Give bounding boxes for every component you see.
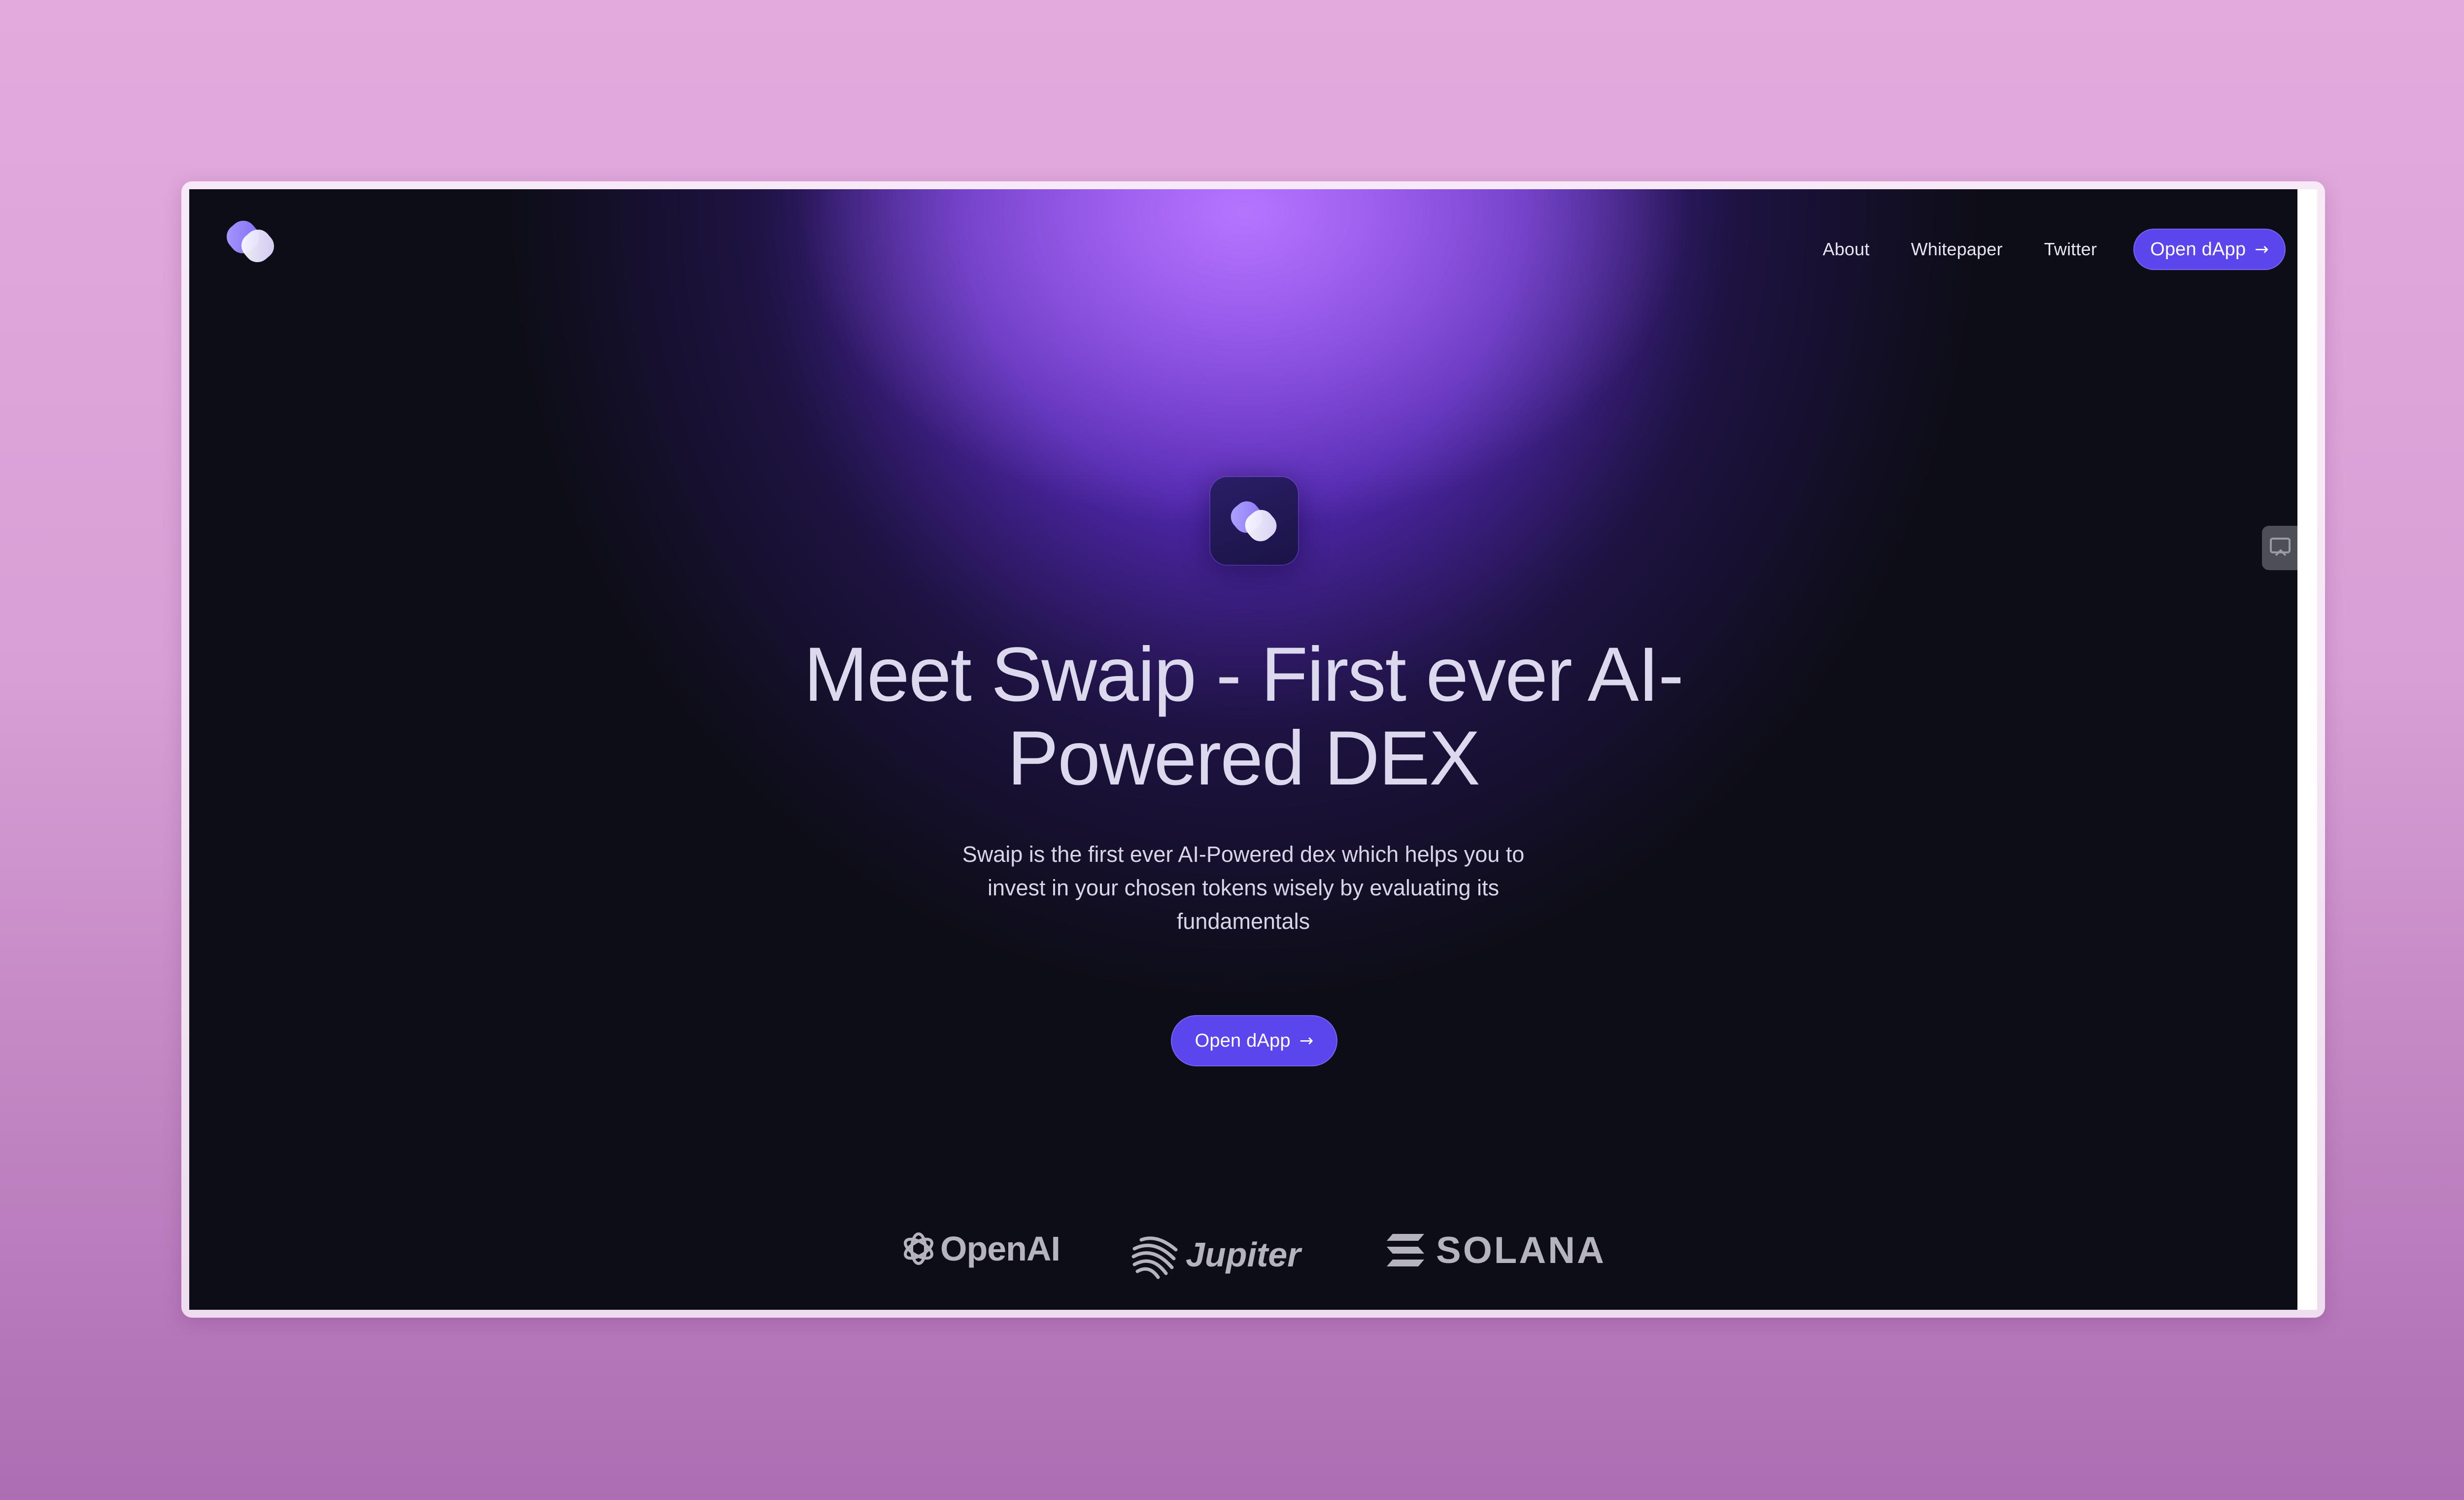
- arrow-right-icon: →: [1299, 1031, 1314, 1051]
- hero-title-line2: Powered DEX: [1007, 716, 1480, 801]
- hero-title: Meet Swaip - First ever AI- Powered DEX: [189, 633, 2297, 800]
- top-nav: About Whitepaper Twitter Open dApp →: [1823, 229, 2286, 270]
- nav-link-about[interactable]: About: [1823, 239, 1870, 260]
- partner-name: SOLANA: [1436, 1229, 1606, 1271]
- nav-link-whitepaper[interactable]: Whitepaper: [1911, 239, 2003, 260]
- jupiter-logo-icon: [1131, 1236, 1178, 1279]
- screen-capture-widget[interactable]: [2262, 526, 2297, 570]
- hero-subtitle: Swaip is the first ever AI-Powered dex w…: [962, 842, 1525, 934]
- swaip-logo-icon[interactable]: [224, 213, 278, 267]
- nav-open-dapp-button[interactable]: Open dApp →: [2133, 229, 2286, 270]
- hero-title-line1: Meet Swaip - First ever AI-: [804, 632, 1684, 717]
- partner-logos: OpenAI Jupiter SOLANA: [189, 1229, 2297, 1288]
- nav-open-dapp-label: Open dApp: [2150, 239, 2246, 260]
- partner-openai: OpenAI: [900, 1229, 1061, 1268]
- hero-open-dapp-label: Open dApp: [1195, 1030, 1291, 1051]
- page-viewport: About Whitepaper Twitter Open dApp → Mee…: [189, 189, 2297, 1310]
- swaip-app-icon: [1210, 477, 1298, 565]
- scrollbar[interactable]: [2297, 189, 2317, 1310]
- openai-logo-icon: [904, 1232, 933, 1265]
- nav-link-twitter[interactable]: Twitter: [2044, 239, 2097, 260]
- arrow-right-icon: →: [2255, 239, 2269, 259]
- browser-frame: About Whitepaper Twitter Open dApp → Mee…: [181, 181, 2325, 1318]
- hero-open-dapp-button[interactable]: Open dApp →: [1171, 1015, 1337, 1066]
- partner-jupiter: Jupiter: [1129, 1229, 1300, 1280]
- partner-solana: SOLANA: [1386, 1229, 1606, 1272]
- partner-name: OpenAI: [940, 1229, 1061, 1268]
- screen-capture-icon: [2270, 538, 2291, 556]
- solana-logo-icon: [1387, 1233, 1424, 1266]
- partner-name: Jupiter: [1186, 1235, 1301, 1274]
